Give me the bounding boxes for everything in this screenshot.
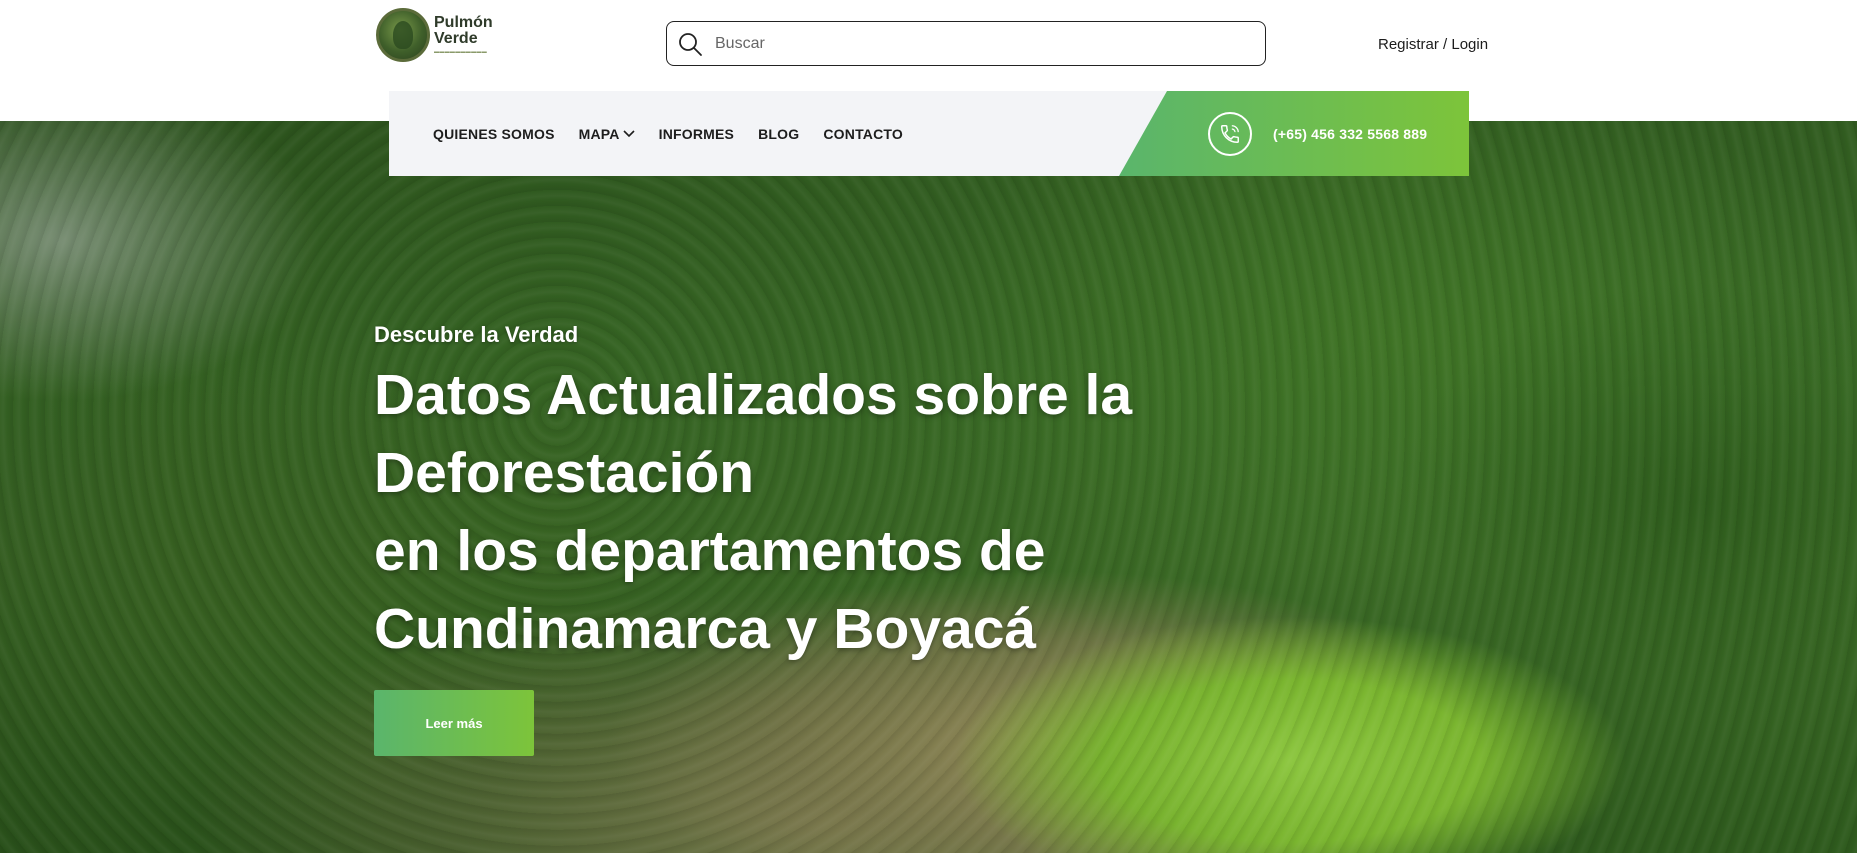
- chevron-down-icon: [623, 129, 635, 137]
- nav-menu: QUIENES SOMOS MAPA INFORMES BLOG CONTACT…: [433, 126, 927, 142]
- nav-item-quienes-somos[interactable]: QUIENES SOMOS: [433, 126, 555, 142]
- phone-contact-block[interactable]: (+65) 456 332 5568 889: [1119, 91, 1469, 176]
- hero-content: Descubre la Verdad Datos Actualizados so…: [374, 322, 1274, 756]
- nav-item-informes[interactable]: INFORMES: [659, 126, 735, 142]
- forest-globe-logo-icon: [376, 7, 430, 62]
- headline-line: en los departamentos de: [374, 519, 1046, 583]
- main-navigation: QUIENES SOMOS MAPA INFORMES BLOG CONTACT…: [389, 91, 1469, 176]
- register-login-link[interactable]: Registrar / Login: [1378, 36, 1488, 53]
- headline-line: Cundinamarca y Boyacá: [374, 597, 1037, 661]
- headline-line: Deforestación: [374, 441, 755, 505]
- hero-headline: Datos Actualizados sobre la Deforestació…: [374, 356, 1274, 668]
- search-bar[interactable]: [666, 21, 1266, 66]
- brand-tagline-decoration: ▬▬▬▬▬▬▬▬▬▬: [434, 48, 487, 55]
- phone-number: (+65) 456 332 5568 889: [1273, 125, 1428, 142]
- nav-item-label: BLOG: [758, 125, 800, 142]
- nav-item-label: CONTACTO: [823, 125, 903, 142]
- search-input[interactable]: [715, 34, 1235, 53]
- nav-item-blog[interactable]: BLOG: [758, 126, 799, 142]
- nav-item-contacto[interactable]: CONTACTO: [823, 126, 903, 142]
- logo-text: Pulmón Verde ▬▬▬▬▬▬▬▬▬▬: [434, 13, 536, 55]
- site-logo[interactable]: Pulmón Verde ▬▬▬▬▬▬▬▬▬▬: [376, 7, 536, 62]
- brand-name: Pulmón Verde: [434, 13, 493, 47]
- read-more-button[interactable]: Leer más: [374, 690, 534, 756]
- nav-item-label: QUIENES SOMOS: [433, 125, 555, 142]
- nav-item-label: MAPA: [578, 125, 620, 142]
- nav-item-mapa[interactable]: MAPA: [579, 126, 635, 142]
- hero-eyebrow: Descubre la Verdad: [374, 322, 579, 347]
- phone-icon: [1208, 111, 1252, 156]
- headline-line: Datos Actualizados sobre la: [374, 363, 1133, 427]
- nav-item-label: INFORMES: [658, 125, 735, 142]
- search-icon[interactable]: [677, 31, 703, 57]
